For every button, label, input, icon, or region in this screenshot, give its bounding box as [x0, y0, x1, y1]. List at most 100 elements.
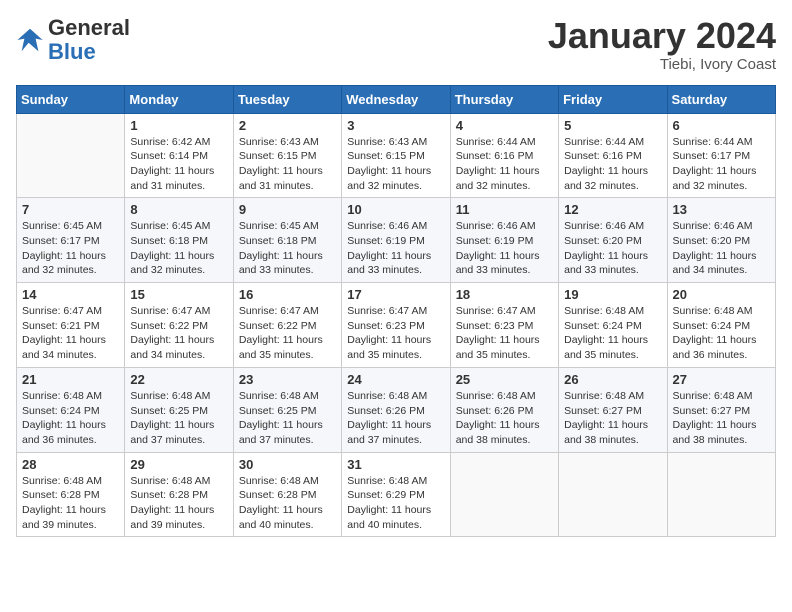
day-info: Sunrise: 6:47 AMSunset: 6:21 PMDaylight:… — [22, 304, 119, 363]
weekday-header: Sunday — [17, 85, 125, 113]
day-number: 7 — [22, 202, 119, 217]
weekday-header-row: SundayMondayTuesdayWednesdayThursdayFrid… — [17, 85, 776, 113]
calendar-cell: 9Sunrise: 6:45 AMSunset: 6:18 PMDaylight… — [233, 198, 341, 283]
page-header: General Blue January 2024 Tiebi, Ivory C… — [16, 16, 776, 73]
logo-general: General — [48, 15, 130, 40]
day-info: Sunrise: 6:48 AMSunset: 6:27 PMDaylight:… — [673, 389, 770, 448]
calendar-cell: 27 Sunrise: 6:48 AMSunset: 6:27 PMDayligh… — [667, 367, 775, 452]
calendar-week-row: 14 Sunrise: 6:47 AMSunset: 6:21 PMDayligh… — [17, 283, 776, 368]
calendar-week-row: 7 Sunrise: 6:45 AMSunset: 6:17 PMDaylight… — [17, 198, 776, 283]
calendar-cell: 8 Sunrise: 6:45 AMSunset: 6:18 PMDaylight… — [125, 198, 233, 283]
day-number: 21 — [22, 372, 119, 387]
day-number: 11 — [456, 202, 553, 217]
day-number: 22 — [130, 372, 227, 387]
day-number: 8 — [130, 202, 227, 217]
calendar-cell: 5 Sunrise: 6:44 AMSunset: 6:16 PMDaylight… — [559, 113, 667, 198]
day-info: Sunrise: 6:45 AMSunset: 6:18 PMDaylight:… — [130, 219, 227, 278]
logo: General Blue — [16, 16, 130, 64]
day-number: 30 — [239, 457, 336, 472]
day-info: Sunrise: 6:46 AMSunset: 6:19 PMDaylight:… — [456, 219, 553, 278]
weekday-header: Saturday — [667, 85, 775, 113]
day-number: 4 — [456, 118, 553, 133]
day-number: 17 — [347, 287, 444, 302]
day-number: 1 — [130, 118, 227, 133]
day-info: Sunrise: 6:46 AMSunset: 6:19 PMDaylight:… — [347, 219, 444, 278]
day-info: Sunrise: 6:45 AMSunset: 6:18 PMDaylight:… — [239, 219, 336, 278]
day-number: 28 — [22, 457, 119, 472]
calendar-cell: 20Sunrise: 6:48 AMSunset: 6:24 PMDayligh… — [667, 283, 775, 368]
day-number: 18 — [456, 287, 553, 302]
day-info: Sunrise: 6:48 AMSunset: 6:29 PMDaylight:… — [347, 474, 444, 533]
day-number: 10 — [347, 202, 444, 217]
day-info: Sunrise: 6:48 AMSunset: 6:26 PMDaylight:… — [456, 389, 553, 448]
calendar-cell: 19 Sunrise: 6:48 AMSunset: 6:24 PMDayligh… — [559, 283, 667, 368]
day-info: Sunrise: 6:48 AMSunset: 6:25 PMDaylight:… — [130, 389, 227, 448]
calendar-cell: 4 Sunrise: 6:44 AMSunset: 6:16 PMDaylight… — [450, 113, 558, 198]
day-info: Sunrise: 6:47 AMSunset: 6:23 PMDaylight:… — [347, 304, 444, 363]
day-number: 16 — [239, 287, 336, 302]
day-info: Sunrise: 6:48 AMSunset: 6:28 PMDaylight:… — [130, 474, 227, 533]
weekday-header: Wednesday — [342, 85, 450, 113]
day-info: Sunrise: 6:48 AMSunset: 6:28 PMDaylight:… — [22, 474, 119, 533]
calendar-cell: 11 Sunrise: 6:46 AMSunset: 6:19 PMDayligh… — [450, 198, 558, 283]
day-number: 6 — [673, 118, 770, 133]
day-info: Sunrise: 6:43 AMSunset: 6:15 PMDaylight:… — [347, 135, 444, 194]
day-info: Sunrise: 6:48 AMSunset: 6:24 PMDaylight:… — [564, 304, 661, 363]
day-number: 14 — [22, 287, 119, 302]
day-number: 15 — [130, 287, 227, 302]
calendar-week-row: 21 Sunrise: 6:48 AMSunset: 6:24 PMDayligh… — [17, 367, 776, 452]
day-info: Sunrise: 6:47 AMSunset: 6:22 PMDaylight:… — [130, 304, 227, 363]
calendar-week-row: 28 Sunrise: 6:48 AMSunset: 6:28 PMDayligh… — [17, 452, 776, 537]
calendar-cell — [450, 452, 558, 537]
calendar-cell: 30Sunrise: 6:48 AMSunset: 6:28 PMDayligh… — [233, 452, 341, 537]
day-info: Sunrise: 6:45 AMSunset: 6:17 PMDaylight:… — [22, 219, 119, 278]
day-number: 23 — [239, 372, 336, 387]
day-info: Sunrise: 6:44 AMSunset: 6:16 PMDaylight:… — [564, 135, 661, 194]
calendar-cell: 12Sunrise: 6:46 AMSunset: 6:20 PMDayligh… — [559, 198, 667, 283]
logo-bird-icon — [16, 26, 44, 54]
day-info: Sunrise: 6:47 AMSunset: 6:23 PMDaylight:… — [456, 304, 553, 363]
day-info: Sunrise: 6:43 AMSunset: 6:15 PMDaylight:… — [239, 135, 336, 194]
day-number: 26 — [564, 372, 661, 387]
day-info: Sunrise: 6:48 AMSunset: 6:27 PMDaylight:… — [564, 389, 661, 448]
month-title: January 2024 — [548, 16, 776, 56]
calendar-cell: 28 Sunrise: 6:48 AMSunset: 6:28 PMDayligh… — [17, 452, 125, 537]
calendar-cell: 17 Sunrise: 6:47 AMSunset: 6:23 PMDayligh… — [342, 283, 450, 368]
weekday-header: Tuesday — [233, 85, 341, 113]
title-block: January 2024 Tiebi, Ivory Coast — [548, 16, 776, 73]
day-info: Sunrise: 6:42 AMSunset: 6:14 PMDaylight:… — [130, 135, 227, 194]
day-number: 31 — [347, 457, 444, 472]
calendar-cell: 31 Sunrise: 6:48 AMSunset: 6:29 PMDayligh… — [342, 452, 450, 537]
day-number: 3 — [347, 118, 444, 133]
day-info: Sunrise: 6:48 AMSunset: 6:25 PMDaylight:… — [239, 389, 336, 448]
day-info: Sunrise: 6:48 AMSunset: 6:24 PMDaylight:… — [22, 389, 119, 448]
day-number: 20 — [673, 287, 770, 302]
day-number: 2 — [239, 118, 336, 133]
weekday-header: Monday — [125, 85, 233, 113]
logo-text: General Blue — [48, 16, 130, 64]
day-info: Sunrise: 6:46 AMSunset: 6:20 PMDaylight:… — [564, 219, 661, 278]
day-number: 25 — [456, 372, 553, 387]
day-number: 13 — [673, 202, 770, 217]
calendar-cell: 7 Sunrise: 6:45 AMSunset: 6:17 PMDaylight… — [17, 198, 125, 283]
calendar-cell: 13Sunrise: 6:46 AMSunset: 6:20 PMDayligh… — [667, 198, 775, 283]
calendar-cell: 22 Sunrise: 6:48 AMSunset: 6:25 PMDayligh… — [125, 367, 233, 452]
calendar-cell: 21 Sunrise: 6:48 AMSunset: 6:24 PMDayligh… — [17, 367, 125, 452]
calendar-week-row: 1 Sunrise: 6:42 AMSunset: 6:14 PMDaylight… — [17, 113, 776, 198]
day-number: 29 — [130, 457, 227, 472]
calendar-cell: 16Sunrise: 6:47 AMSunset: 6:22 PMDayligh… — [233, 283, 341, 368]
logo-blue: Blue — [48, 39, 96, 64]
weekday-header: Friday — [559, 85, 667, 113]
day-number: 19 — [564, 287, 661, 302]
calendar-cell: 29 Sunrise: 6:48 AMSunset: 6:28 PMDayligh… — [125, 452, 233, 537]
calendar-cell: 26 Sunrise: 6:48 AMSunset: 6:27 PMDayligh… — [559, 367, 667, 452]
calendar-cell — [667, 452, 775, 537]
calendar-cell: 2 Sunrise: 6:43 AMSunset: 6:15 PMDaylight… — [233, 113, 341, 198]
calendar-cell: 23 Sunrise: 6:48 AMSunset: 6:25 PMDayligh… — [233, 367, 341, 452]
calendar-cell: 24Sunrise: 6:48 AMSunset: 6:26 PMDayligh… — [342, 367, 450, 452]
day-number: 5 — [564, 118, 661, 133]
calendar-cell: 1 Sunrise: 6:42 AMSunset: 6:14 PMDaylight… — [125, 113, 233, 198]
day-info: Sunrise: 6:44 AMSunset: 6:16 PMDaylight:… — [456, 135, 553, 194]
calendar-cell: 15 Sunrise: 6:47 AMSunset: 6:22 PMDayligh… — [125, 283, 233, 368]
day-number: 27 — [673, 372, 770, 387]
